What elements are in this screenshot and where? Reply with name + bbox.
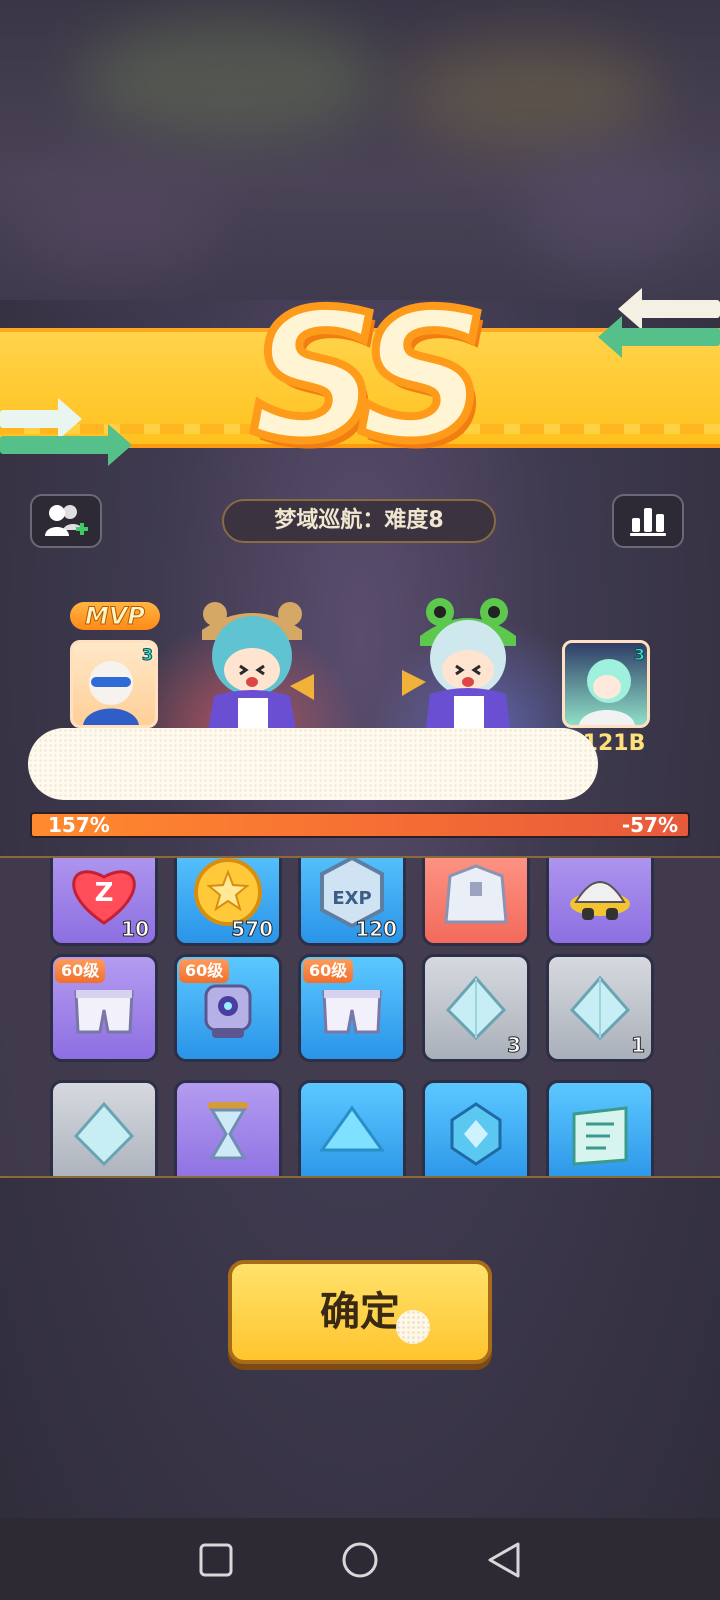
bg-blob (20, 160, 220, 280)
reward-item[interactable]: 60级 (174, 954, 282, 1062)
bg-blob (80, 20, 380, 140)
damage-share-bar (30, 812, 690, 838)
left-percent: 157% (48, 813, 110, 837)
arrow-left-icon (598, 316, 720, 358)
reward-item[interactable]: Z 10 (50, 858, 158, 946)
arrow-left-icon (618, 288, 720, 330)
reward-item[interactable]: 60级 (298, 954, 406, 1062)
stats-icon (630, 508, 666, 536)
hourglass-icon (208, 1102, 248, 1160)
avatar-level: 3 (141, 645, 153, 665)
bg-blob (520, 150, 700, 270)
right-percent: -57% (621, 813, 678, 837)
svg-text:EXP: EXP (332, 888, 371, 909)
item-level-tag: 60级 (179, 959, 230, 983)
svg-text:Z: Z (95, 878, 114, 908)
player-avatar-right[interactable]: 3 (562, 640, 650, 728)
reward-item[interactable] (546, 858, 654, 946)
hat-icon (570, 881, 630, 920)
redacted-overlay (28, 728, 598, 800)
reward-count: 3 (507, 1033, 522, 1058)
stats-button[interactable] (612, 494, 684, 548)
arrow-right-icon (0, 398, 82, 440)
crystal-icon (73, 1101, 135, 1167)
jacket-icon (444, 864, 508, 924)
reward-item[interactable] (298, 1080, 406, 1176)
touch-indicator (396, 1310, 430, 1344)
player-avatar-left[interactable]: 3 (70, 640, 158, 728)
badge-icon (450, 1102, 502, 1166)
reward-item[interactable]: 60级 (50, 954, 158, 1062)
back-icon[interactable] (484, 1540, 524, 1580)
reward-item[interactable]: 1 (546, 954, 654, 1062)
arrow-right-icon (0, 424, 132, 466)
bg-blob (400, 40, 660, 150)
gem-icon (319, 1105, 385, 1152)
reward-item[interactable] (422, 858, 530, 946)
mvp-badge: MVP (70, 602, 160, 631)
reward-item[interactable] (546, 1080, 654, 1176)
avatar-level: 3 (633, 645, 645, 665)
item-level-tag: 60级 (303, 959, 354, 983)
confirm-button[interactable]: 确定 (228, 1260, 492, 1364)
map-icon (572, 1106, 628, 1166)
add-friend-button[interactable] (30, 494, 102, 548)
reward-item[interactable]: 3 (422, 954, 530, 1062)
reward-count: 10 (121, 917, 150, 942)
item-level-tag: 60级 (55, 959, 106, 983)
recent-apps-icon[interactable] (196, 1540, 236, 1580)
stage-title: 梦域巡航：难度8 (222, 499, 496, 543)
reward-item[interactable] (422, 1080, 530, 1176)
reward-count: 1 (631, 1033, 646, 1058)
crystal-icon (445, 975, 507, 1041)
reward-count: 570 (231, 917, 274, 942)
reward-item[interactable]: 570 (174, 858, 282, 946)
reward-item[interactable] (174, 1080, 282, 1176)
rewards-panel[interactable]: Z 10 570 EXP 120 60级 60级 60级 3 1 (0, 856, 720, 1178)
blurred-background (0, 0, 720, 300)
result-grade: SS (247, 273, 491, 480)
reward-count: 120 (355, 917, 398, 942)
add-friend-icon (45, 505, 88, 536)
reward-item[interactable] (50, 1080, 158, 1176)
crystal-icon (569, 975, 631, 1041)
reward-item[interactable]: EXP 120 (298, 858, 406, 946)
home-icon[interactable] (340, 1540, 380, 1580)
player-character-right (402, 598, 516, 744)
